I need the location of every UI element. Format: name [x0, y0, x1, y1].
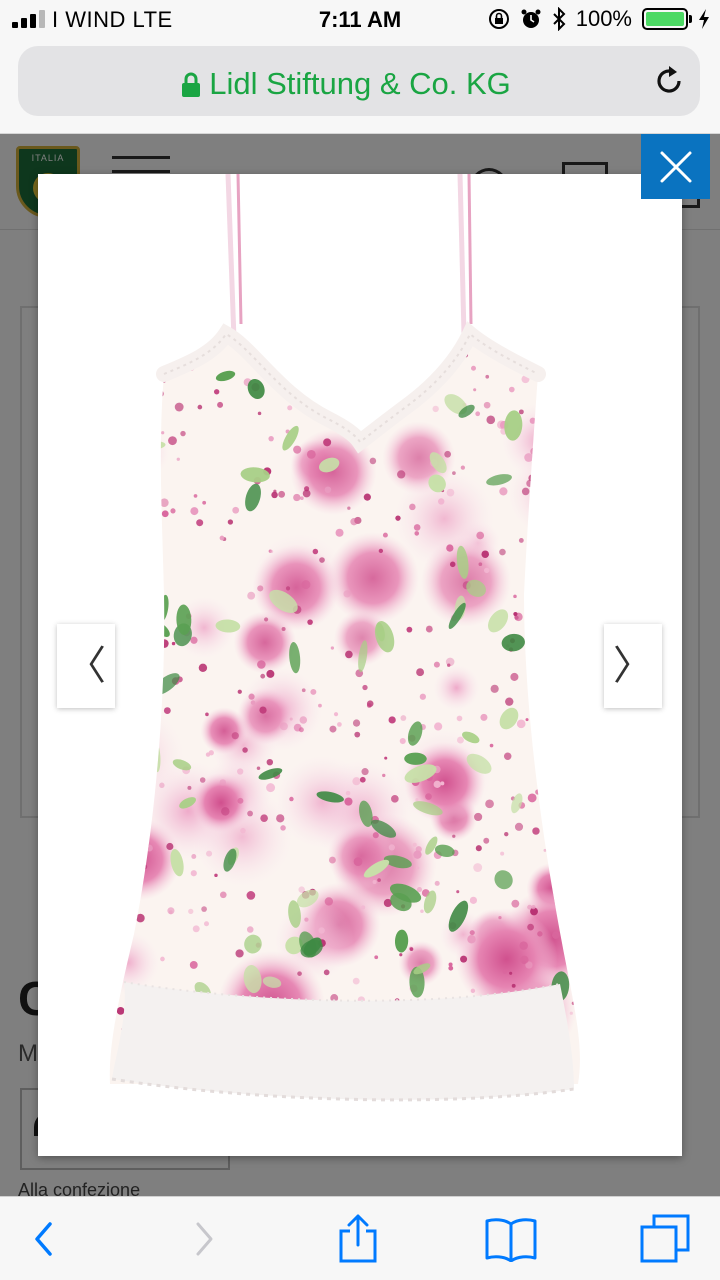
reload-icon[interactable]: [652, 64, 686, 98]
image-lightbox: [38, 174, 682, 1156]
back-button[interactable]: [0, 1197, 90, 1280]
battery-icon: [642, 8, 692, 30]
tabs-button[interactable]: [620, 1197, 710, 1280]
screen: I WIND LTE 7:11 AM 100% Lidl Stiftung & …: [0, 0, 720, 1280]
battery-percent: 100%: [575, 6, 632, 31]
bluetooth-icon: [553, 7, 566, 31]
bookmarks-button[interactable]: [466, 1197, 556, 1280]
status-bar: I WIND LTE 7:11 AM 100%: [0, 0, 720, 40]
close-button[interactable]: [641, 134, 710, 199]
share-button[interactable]: [313, 1197, 403, 1280]
tabs-icon: [640, 1214, 690, 1263]
chevron-right-icon: 〉: [613, 643, 653, 689]
alarm-icon: [521, 9, 541, 28]
share-icon: [339, 1214, 377, 1263]
previous-image-button[interactable]: 〈: [57, 624, 115, 708]
browser-address-area: Lidl Stiftung & Co. KG: [0, 40, 720, 134]
close-icon: [660, 151, 691, 182]
product-image: [109, 174, 580, 1102]
rotation-lock-icon: [488, 9, 509, 29]
address-bar[interactable]: Lidl Stiftung & Co. KG: [18, 46, 700, 116]
browser-toolbar: [0, 1196, 720, 1280]
status-icons: 100%: [488, 6, 710, 32]
forward-icon: [196, 1222, 213, 1256]
forward-button[interactable]: [158, 1197, 248, 1280]
site-name: Lidl Stiftung & Co. KG: [209, 66, 511, 101]
next-image-button[interactable]: 〉: [604, 624, 662, 708]
chevron-left-icon: 〈: [66, 643, 106, 689]
bookmarks-icon: [485, 1218, 537, 1262]
back-icon: [35, 1222, 52, 1256]
charging-icon: [699, 9, 709, 29]
